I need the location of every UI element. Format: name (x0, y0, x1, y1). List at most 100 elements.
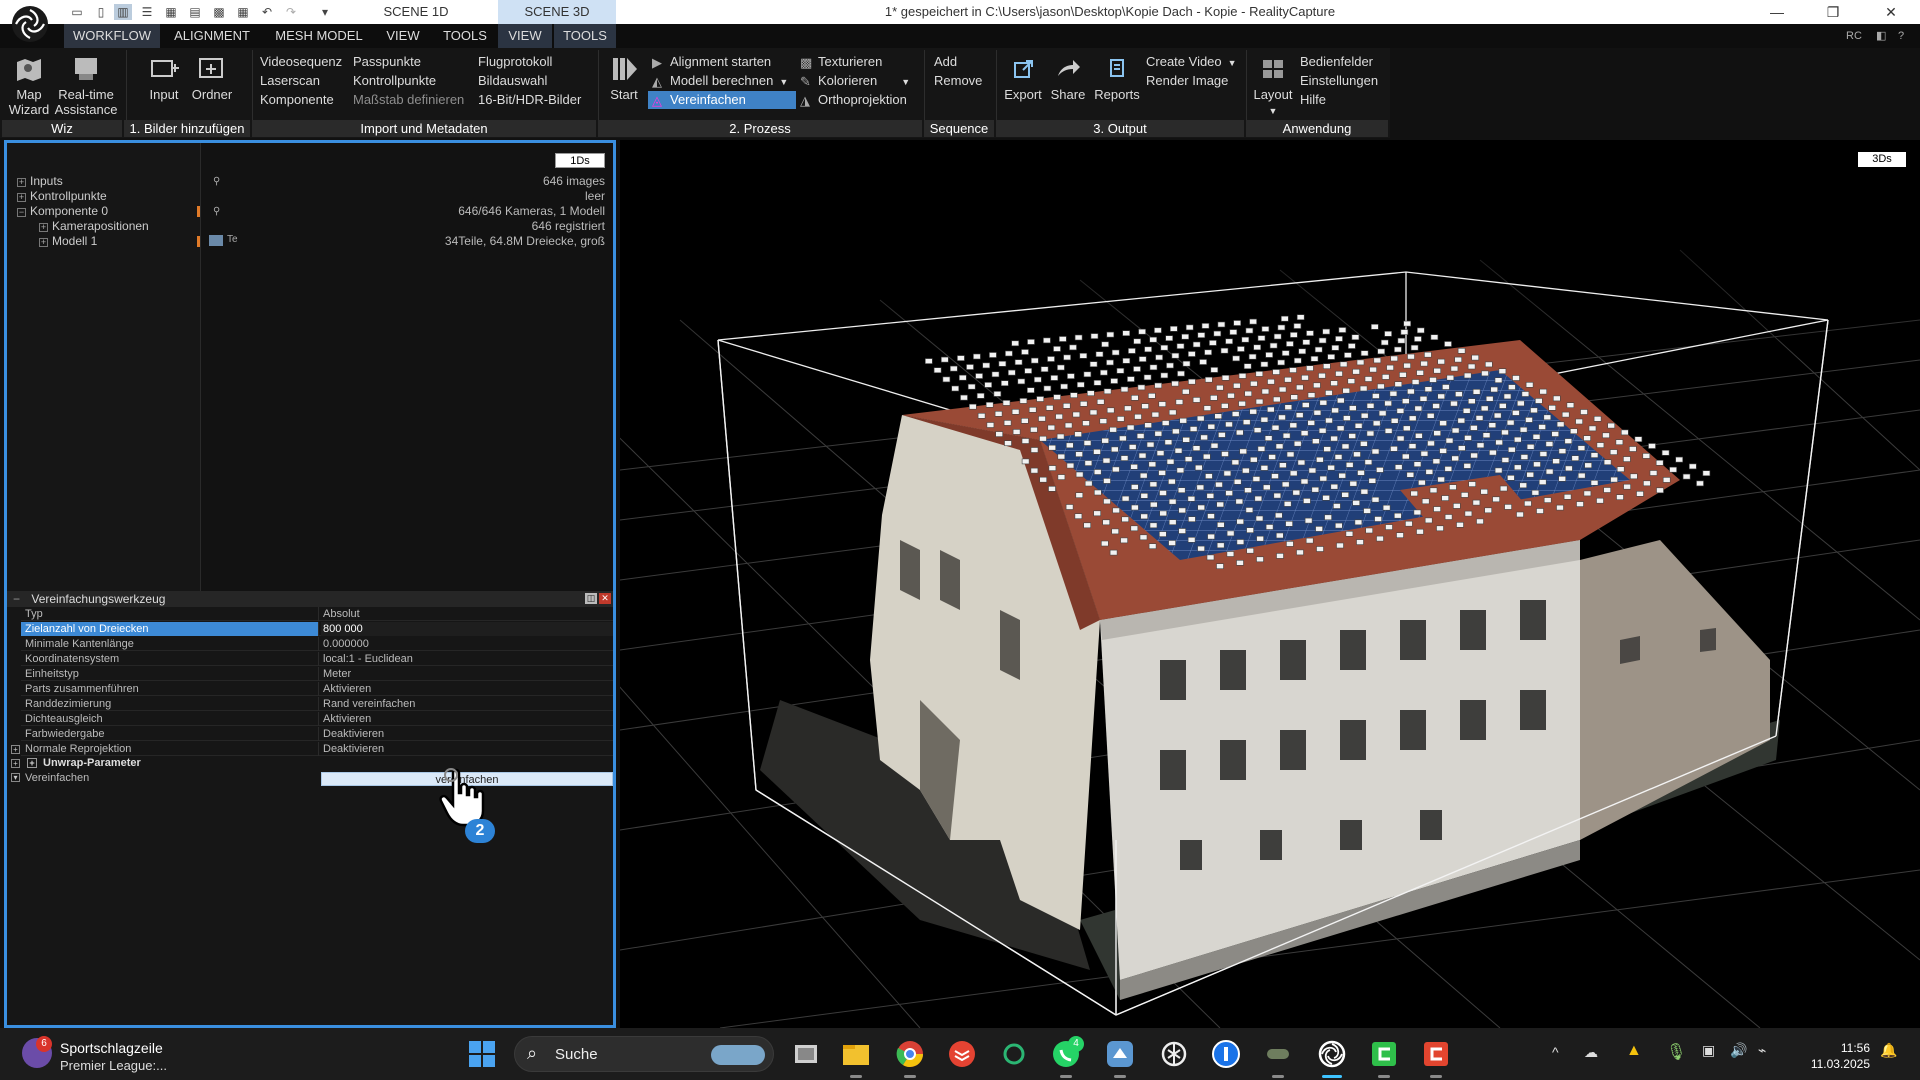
camera-marker[interactable] (1162, 421, 1169, 426)
camera-marker[interactable] (1112, 467, 1119, 472)
camera-marker[interactable] (1409, 416, 1416, 421)
camera-marker[interactable] (1102, 342, 1109, 347)
camera-marker[interactable] (1197, 485, 1204, 490)
camera-marker[interactable] (976, 374, 983, 379)
camera-marker[interactable] (1131, 505, 1138, 510)
camera-marker[interactable] (1127, 377, 1134, 382)
kolorieren-button[interactable]: ✎ Kolorieren ▼ (800, 72, 910, 90)
camera-marker[interactable] (1422, 499, 1429, 504)
camera-marker[interactable] (1193, 342, 1200, 347)
camera-marker[interactable] (1559, 449, 1566, 454)
camera-marker[interactable] (1468, 364, 1475, 369)
camera-marker[interactable] (1581, 410, 1588, 415)
camera-marker[interactable] (1294, 358, 1301, 363)
camera-marker[interactable] (1486, 396, 1493, 401)
camera-marker[interactable] (1015, 360, 1022, 365)
camera-marker[interactable] (1217, 543, 1224, 548)
camera-marker[interactable] (1411, 491, 1418, 496)
camera-marker[interactable] (1565, 439, 1572, 444)
camera-marker[interactable] (1331, 381, 1338, 386)
camera-marker[interactable] (1526, 417, 1533, 422)
camera-marker[interactable] (1374, 358, 1381, 363)
property-row[interactable]: Normale Reprojektion Deaktivieren (21, 742, 613, 756)
camera-marker[interactable] (1161, 345, 1168, 350)
layout-3-icon[interactable]: ▥ (114, 4, 132, 20)
camera-marker[interactable] (1059, 337, 1066, 342)
camera-marker[interactable] (1438, 359, 1445, 364)
camera-marker[interactable] (1308, 393, 1315, 398)
camera-marker[interactable] (1332, 345, 1339, 350)
camera-marker[interactable] (1117, 368, 1124, 373)
camera-marker[interactable] (1084, 523, 1091, 528)
camera-marker[interactable] (1405, 521, 1412, 526)
camera-marker[interactable] (1034, 377, 1041, 382)
camera-marker[interactable] (1242, 468, 1249, 473)
chrome-icon[interactable] (894, 1038, 926, 1070)
camera-marker[interactable] (1046, 405, 1053, 410)
camera-marker[interactable] (1493, 497, 1500, 502)
camera-marker[interactable] (1427, 413, 1434, 418)
camera-marker[interactable] (1546, 442, 1553, 447)
camera-marker[interactable] (1371, 324, 1378, 329)
camera-marker[interactable] (1257, 536, 1264, 541)
news-subtitle[interactable]: Premier League:... (60, 1058, 167, 1073)
app-logo-icon[interactable] (10, 4, 50, 44)
camera-marker[interactable] (1211, 443, 1218, 448)
camera-marker[interactable] (1517, 512, 1524, 517)
camera-marker[interactable] (1306, 538, 1313, 543)
camera-marker[interactable] (1075, 335, 1082, 340)
camera-marker[interactable] (1589, 426, 1596, 431)
camera-marker[interactable] (1546, 469, 1553, 474)
kontrollpunkte-button[interactable]: Kontrollpunkte (353, 72, 436, 90)
camera-marker[interactable] (1031, 468, 1038, 473)
expand-icon[interactable]: + (17, 178, 26, 187)
camera-marker[interactable] (1417, 529, 1424, 534)
camera-marker[interactable] (1208, 514, 1215, 519)
camera-marker[interactable] (985, 382, 992, 387)
camera-marker[interactable] (1507, 475, 1514, 480)
camera-marker[interactable] (1473, 500, 1480, 505)
camera-marker[interactable] (1507, 420, 1514, 425)
camera-marker[interactable] (1649, 444, 1656, 449)
camera-marker[interactable] (1434, 507, 1441, 512)
camera-marker[interactable] (1445, 515, 1452, 520)
property-value[interactable]: Rand vereinfachen (321, 697, 613, 711)
camera-marker[interactable] (1076, 493, 1083, 498)
camera-marker[interactable] (1385, 428, 1392, 433)
camera-marker[interactable] (1077, 382, 1084, 387)
camera-marker[interactable] (1090, 410, 1097, 415)
camera-marker[interactable] (1594, 416, 1601, 421)
camera-marker[interactable] (1159, 532, 1166, 537)
camera-marker[interactable] (1323, 364, 1330, 369)
map-wizard-button[interactable]: Map Wizard (4, 52, 54, 122)
camera-marker[interactable] (1149, 462, 1156, 467)
drive-icon[interactable]: ▲ (1626, 1042, 1642, 1060)
camera-marker[interactable] (1097, 399, 1104, 404)
camera-marker[interactable] (1397, 408, 1404, 413)
camera-marker[interactable] (1559, 476, 1566, 481)
camera-marker[interactable] (1544, 415, 1551, 420)
unwrap-section[interactable]: + Unwrap-Parameter (27, 757, 141, 769)
camera-marker[interactable] (1117, 416, 1124, 421)
camera-marker[interactable] (1131, 485, 1138, 490)
camera-marker[interactable] (1578, 446, 1585, 451)
camera-marker[interactable] (1534, 462, 1541, 467)
camera-marker[interactable] (1094, 380, 1101, 385)
camera-marker[interactable] (1277, 553, 1284, 558)
camera-marker[interactable] (1205, 350, 1212, 355)
redo-icon[interactable]: ↷ (282, 4, 300, 20)
camera-marker[interactable] (1319, 373, 1326, 378)
camera-marker[interactable] (1451, 366, 1458, 371)
camera-marker[interactable] (1227, 531, 1234, 536)
camera-marker[interactable] (1527, 444, 1534, 449)
camera-marker[interactable] (1205, 377, 1212, 382)
camera-marker[interactable] (1066, 505, 1073, 510)
camera-marker[interactable] (1440, 448, 1447, 453)
camera-marker[interactable] (1365, 460, 1372, 465)
camera-marker[interactable] (1179, 529, 1186, 534)
camera-marker[interactable] (1049, 466, 1056, 471)
camera-marker[interactable] (1314, 410, 1321, 415)
camera-marker[interactable] (1276, 533, 1283, 538)
camera-marker[interactable] (1337, 426, 1344, 431)
camera-marker[interactable] (1064, 355, 1071, 360)
